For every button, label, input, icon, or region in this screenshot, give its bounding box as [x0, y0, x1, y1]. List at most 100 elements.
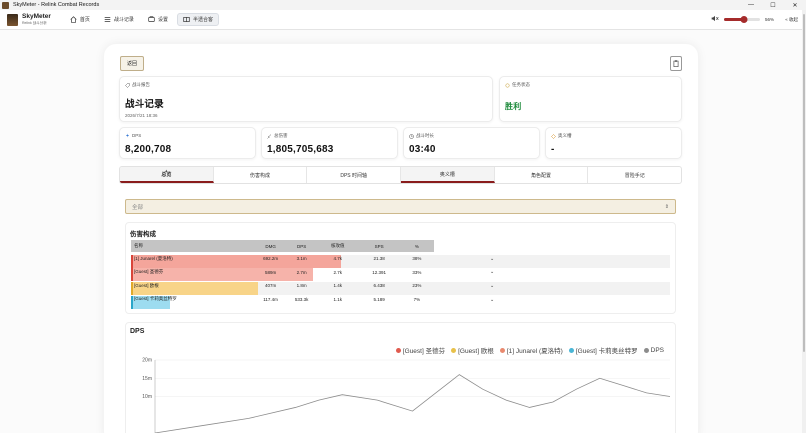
lightning-icon: [126, 133, 129, 138]
tab-bar: ▲ 总览 伤害构成 DPS 时间轴 奥义槽 角色配置 冒险手记: [119, 166, 682, 184]
col-header-dmg[interactable]: DMG: [255, 240, 287, 252]
collapse-button[interactable]: « 收起: [785, 17, 798, 23]
table-row[interactable]: [Guest] 圣德芬 589m 2.7m 2.7k 12.391 33%: [131, 266, 434, 280]
player-dmg: 117.4m: [263, 296, 278, 302]
diamond-icon: [551, 133, 556, 139]
col-header-dps[interactable]: DPS: [286, 240, 318, 252]
list-icon: [104, 17, 111, 22]
player-dps: 1.8m: [296, 283, 307, 289]
player-name: [Guest] 卡莉奥丝特罗: [134, 296, 177, 302]
player-dps: 533.3k: [294, 296, 309, 302]
brand: SkyMeter Relink 战斗分析: [22, 13, 51, 25]
clock-icon: [409, 133, 414, 139]
player-dmg: 407m: [264, 283, 277, 289]
window-title: SkyMeter - Relink Combat Records: [13, 2, 100, 8]
window-icon: [183, 17, 190, 22]
tab-character-setup[interactable]: 角色配置: [495, 167, 589, 183]
duration-label: 战斗时长: [409, 133, 434, 139]
col-header-percent[interactable]: %: [399, 240, 434, 252]
volume-slider-handle[interactable]: [740, 16, 748, 23]
report-label-text: 战斗报告: [132, 82, 150, 87]
player-name: [Guest] 圣德芬: [134, 269, 164, 275]
col-header-name[interactable]: 名称: [131, 240, 256, 252]
dps-value: 8,200,708: [125, 144, 172, 155]
y-tick-label: 10m: [142, 394, 152, 400]
page-scrollbar[interactable]: [802, 10, 806, 433]
series-line-dps: [154, 374, 671, 433]
back-button[interactable]: 返回: [120, 56, 144, 71]
tab-ougi[interactable]: 奥义槽: [401, 167, 495, 183]
damage-section-title: 伤害构成: [130, 231, 156, 238]
volume-percent: 56%: [764, 17, 774, 22]
player-name: [Guest] 欧根: [134, 282, 159, 288]
tab-dps-timeline[interactable]: DPS 时间轴: [307, 167, 402, 183]
table-row[interactable]: [Guest] 欧根 407m 1.8m 1.4k 6.438 23%: [131, 279, 434, 293]
duration-value: 03:40: [409, 144, 436, 155]
col-header-hit[interactable]: 核攻值: [317, 240, 359, 252]
brand-name: SkyMeter: [22, 13, 51, 20]
maximize-button[interactable]: ☐: [762, 0, 784, 10]
tag-icon: [125, 82, 130, 88]
y-tick-label: 15m: [142, 376, 152, 382]
tab-label: DPS 时间轴: [340, 172, 368, 179]
player-percent: 23%: [412, 283, 422, 289]
player-hit: 2.7k: [333, 269, 343, 275]
duration-card: 战斗时长 03:40: [403, 127, 540, 159]
nav-item-label: 设置: [157, 17, 168, 23]
tab-overview[interactable]: ▲ 总览: [120, 167, 214, 183]
total-damage-card: 总伤害 1,805,705,683: [261, 127, 398, 159]
settings-icon: [148, 16, 155, 22]
chart-title: DPS: [130, 328, 145, 335]
tab-damage-breakdown[interactable]: 伤害构成: [214, 167, 308, 183]
expand-row-chevron-icon[interactable]: ⌄: [490, 283, 494, 289]
nav-item-home[interactable]: 首页: [65, 13, 95, 26]
home-icon: [70, 16, 77, 23]
player-percent: 33%: [412, 269, 422, 275]
player-dmg: 589m: [264, 269, 277, 275]
total-damage-label: 总伤害: [267, 133, 288, 139]
task-status-card: 任务状态 胜利: [499, 76, 682, 122]
report-date: 2026/7/21 18:36: [125, 113, 158, 118]
dps-card: DPS 8,200,708: [119, 127, 256, 159]
ougi-label: 奥义槽: [551, 133, 572, 139]
player-sps: 12.391: [372, 269, 387, 275]
report-card: 战斗报告 战斗记录 2026/7/21 18:36: [119, 76, 493, 122]
ougi-card: 奥义槽 -: [545, 127, 682, 159]
table-row[interactable]: [Guest] 卡莉奥丝特罗 117.4m 533.3k 1.1k 5.189 …: [131, 293, 434, 307]
nav-item-settings[interactable]: 设置: [143, 13, 173, 26]
tab-adventure-log[interactable]: 冒险手记: [588, 167, 681, 183]
tab-label: 伤害构成: [250, 172, 271, 179]
player-percent: 7%: [413, 296, 421, 302]
task-status-label-text: 任务状态: [512, 82, 530, 87]
flag-icon: [505, 83, 510, 87]
select-arrows-icon: ⇕: [664, 203, 669, 210]
minimize-button[interactable]: —: [740, 0, 762, 10]
nav-item-label: 半透合客: [192, 17, 213, 23]
expand-row-chevron-icon[interactable]: ⌄: [490, 256, 494, 262]
caret-up-icon: ▲: [164, 168, 169, 173]
app-header: SkyMeter Relink 战斗分析 首页 战斗记录 设置 半透合客 56%…: [0, 10, 802, 30]
close-button[interactable]: ✕: [784, 0, 806, 10]
expand-row-chevron-icon[interactable]: ⌄: [490, 297, 494, 303]
speaker-muted-icon[interactable]: [711, 15, 719, 24]
player-hit: 1.1k: [333, 296, 343, 302]
player-filter-select[interactable]: 全部 ⇕: [125, 199, 676, 214]
player-name: [1] Junarel (夏洛特): [134, 255, 173, 261]
volume-slider[interactable]: [723, 16, 760, 23]
player-dps: 2.7m: [296, 269, 307, 275]
player-hit: 1.4k: [333, 283, 343, 289]
table-header-row: 名称 DMG DPS 核攻值 SPS %: [131, 240, 434, 252]
col-header-sps[interactable]: SPS: [358, 240, 400, 252]
tab-label: 角色配置: [531, 172, 552, 179]
ougi-label-text: 奥义槽: [558, 133, 572, 138]
table-row[interactable]: [1] Junarel (夏洛特) 692.2m 3.1m 4.7k 21.38…: [131, 252, 434, 266]
scrollbar-thumb[interactable]: [803, 14, 805, 352]
nav-item-overlay[interactable]: 半透合客: [176, 13, 219, 26]
report-title: 战斗记录: [125, 99, 164, 110]
dps-line-chart: 20m 15m 10m: [142, 358, 671, 433]
nav-item-records[interactable]: 战斗记录: [99, 13, 139, 26]
clipboard-button[interactable]: [670, 56, 682, 71]
expand-row-chevron-icon[interactable]: ⌄: [490, 269, 494, 275]
report-label: 战斗报告: [125, 82, 150, 88]
task-status-value: 胜利: [505, 102, 522, 111]
